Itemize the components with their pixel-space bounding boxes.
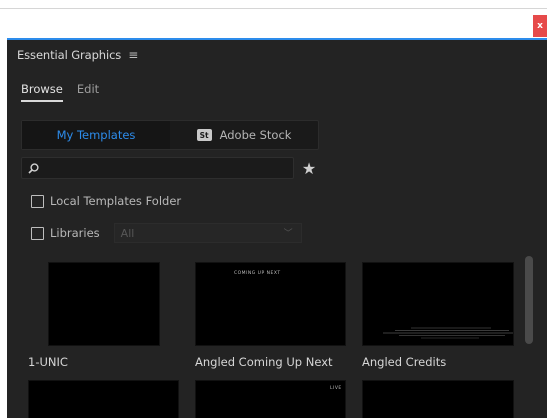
template-thumb-live[interactable]: LIVE	[195, 380, 346, 418]
panel-header: Essential Graphics ≡	[7, 40, 547, 70]
local-templates-checkbox[interactable]	[31, 194, 44, 208]
scrollbar[interactable]	[525, 256, 533, 344]
adobe-stock-icon: St	[196, 129, 212, 141]
search-input[interactable]	[43, 161, 283, 175]
search-box	[21, 157, 294, 179]
libraries-dropdown[interactable]: All ﹀	[113, 223, 302, 243]
template-thumb-1-unic[interactable]	[48, 262, 160, 346]
adobe-stock-label: Adobe Stock	[219, 128, 292, 142]
template-label-angled-credits: Angled Credits	[362, 355, 447, 369]
top-divider	[0, 8, 547, 9]
thumb-caption-live: LIVE	[330, 386, 342, 391]
tab-edit[interactable]: Edit	[77, 82, 99, 102]
libraries-row: Libraries All ﹀	[31, 223, 302, 243]
template-thumb-angled-coming-up-next[interactable]: COMING UP NEXT	[195, 262, 346, 346]
close-button[interactable]: x	[533, 15, 547, 37]
credits-text-graphic	[383, 327, 513, 339]
panel-title: Essential Graphics	[17, 48, 122, 62]
thumb-caption: COMING UP NEXT	[234, 271, 281, 276]
local-templates-row: Local Templates Folder	[31, 194, 181, 208]
chevron-down-icon: ﹀	[283, 229, 293, 239]
libraries-checkbox[interactable]	[31, 226, 44, 240]
search-icon	[28, 162, 39, 174]
template-label-angled-coming-up-next: Angled Coming Up Next	[195, 355, 333, 369]
my-templates-button[interactable]: My Templates	[22, 121, 170, 149]
essential-graphics-panel: Essential Graphics ≡ Browse Edit My Temp…	[7, 38, 547, 418]
template-thumb-4[interactable]	[28, 380, 179, 418]
adobe-stock-button[interactable]: St Adobe Stock	[170, 121, 318, 149]
local-templates-label: Local Templates Folder	[50, 194, 182, 208]
subtabs: Browse Edit	[21, 82, 99, 102]
libraries-label: Libraries	[50, 226, 100, 240]
template-thumb-6[interactable]	[362, 380, 514, 418]
hamburger-icon[interactable]: ≡	[128, 48, 138, 62]
template-thumb-angled-credits[interactable]	[362, 262, 514, 346]
my-templates-label: My Templates	[56, 128, 136, 142]
template-label-1-unic: 1-UNIC	[28, 355, 68, 369]
tab-browse[interactable]: Browse	[21, 82, 63, 102]
source-selector: My Templates St Adobe Stock	[21, 120, 319, 150]
libraries-dropdown-value: All	[120, 226, 135, 240]
star-icon[interactable]: ★	[300, 157, 318, 179]
